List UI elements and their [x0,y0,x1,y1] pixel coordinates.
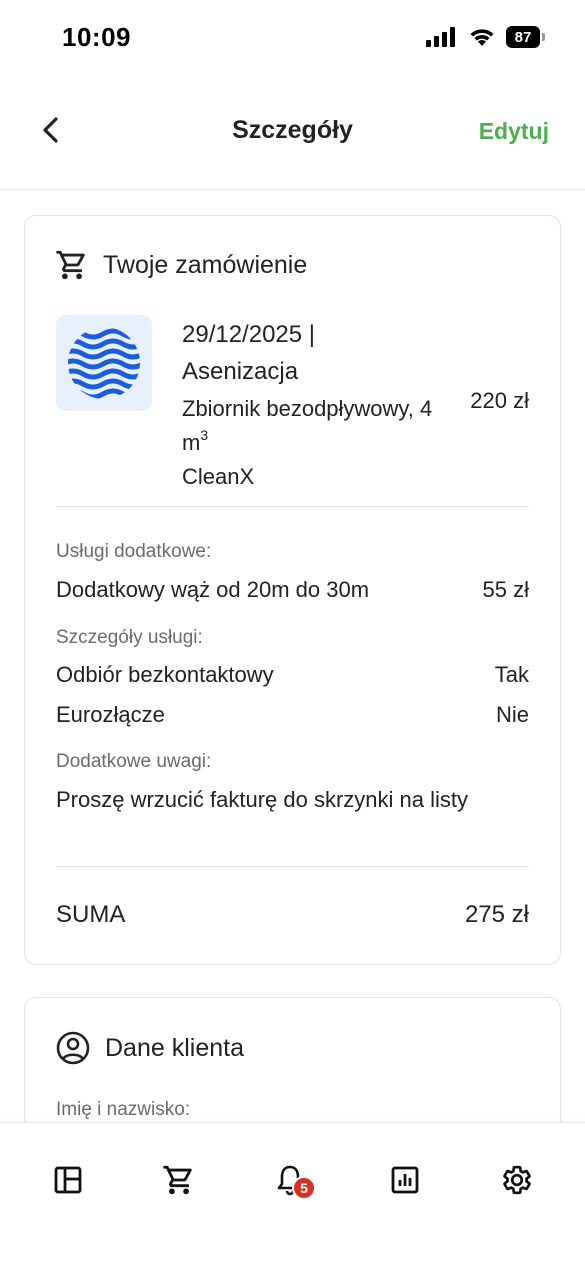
provider-name: CleanX [182,464,255,489]
tab-dashboard[interactable] [48,1160,88,1200]
extra-name: Dodatkowy wąż od 20m do 30m [56,577,370,602]
wifi-icon [470,29,494,46]
account-circle-icon [56,1031,90,1065]
notes-label: Dodatkowe uwagi: [56,751,212,772]
detail-row: Odbiór bezkontaktowy Tak [56,662,529,688]
client-name-label: Imię i nazwisko: [56,1099,191,1120]
extras-label: Usługi dodatkowe: [56,541,212,562]
notifications-badge: 5 [292,1176,316,1200]
order-card-header: Twoje zamówienie [55,248,307,282]
tab-reports[interactable] [385,1160,425,1200]
signal-icon [426,27,455,47]
sum-value: 275 zł [464,901,529,928]
nav-bar: Szczegóły Edytuj [0,80,585,190]
tab-orders[interactable] [159,1160,199,1200]
detail-value: Tak [494,662,529,687]
battery-tip [542,33,545,41]
order-service: Asenizacja [182,358,299,385]
detail-row: Eurozłącze Nie [56,702,529,728]
client-card-header: Dane klienta [55,1030,244,1066]
tab-notifications[interactable]: 5 [270,1160,316,1200]
order-card: Twoje zamówienie 29/12/2025 | Asenizacja… [24,215,561,965]
battery-level: 87 [506,26,540,48]
detail-name: Eurozłącze [56,702,165,727]
service-thumbnail [56,315,152,411]
chart-icon [391,1166,419,1194]
status-time: 10:09 [62,22,131,52]
detail-name: Odbiór bezkontaktowy [56,662,274,687]
order-price: 220 zł [470,388,529,413]
status-bar: 10:09 87 [0,0,585,80]
extra-value: 55 zł [482,577,529,602]
tank-description: Zbiornik bezodpływowy, 4 m [182,396,433,455]
client-card-title: Dane klienta [105,1033,244,1062]
details-label: Szczegóły usługi: [56,627,203,648]
edit-button[interactable]: Edytuj [479,118,549,145]
order-info: 29/12/2025 | Asenizacja Zbiornik bezodpł… [182,316,452,494]
extra-row: Dodatkowy wąż od 20m do 30m 55 zł [56,577,529,603]
notes-text: Proszę wrzucić fakturę do skrzynki na li… [56,787,469,812]
gear-icon [503,1165,531,1195]
divider [56,866,529,867]
dashboard-icon [54,1166,82,1194]
sum-label: SUMA [56,901,126,928]
order-date: 29/12/2025 | [182,321,316,348]
status-icons: 87 [426,26,545,48]
water-waves-logo-icon [68,328,140,399]
sum-row: SUMA 275 zł [56,901,529,929]
unit-superscript: 3 [200,427,209,443]
battery-indicator: 87 [506,26,545,48]
divider [56,506,529,507]
tab-settings[interactable] [497,1160,537,1200]
order-detail: Zbiornik bezodpływowy, 4 m3 CleanX [182,392,452,494]
detail-value: Nie [495,702,529,727]
cart-icon [163,1165,192,1195]
order-card-title: Twoje zamówienie [103,250,308,279]
cart-icon [56,250,85,280]
bottom-tab-bar: 5 [0,1122,585,1266]
